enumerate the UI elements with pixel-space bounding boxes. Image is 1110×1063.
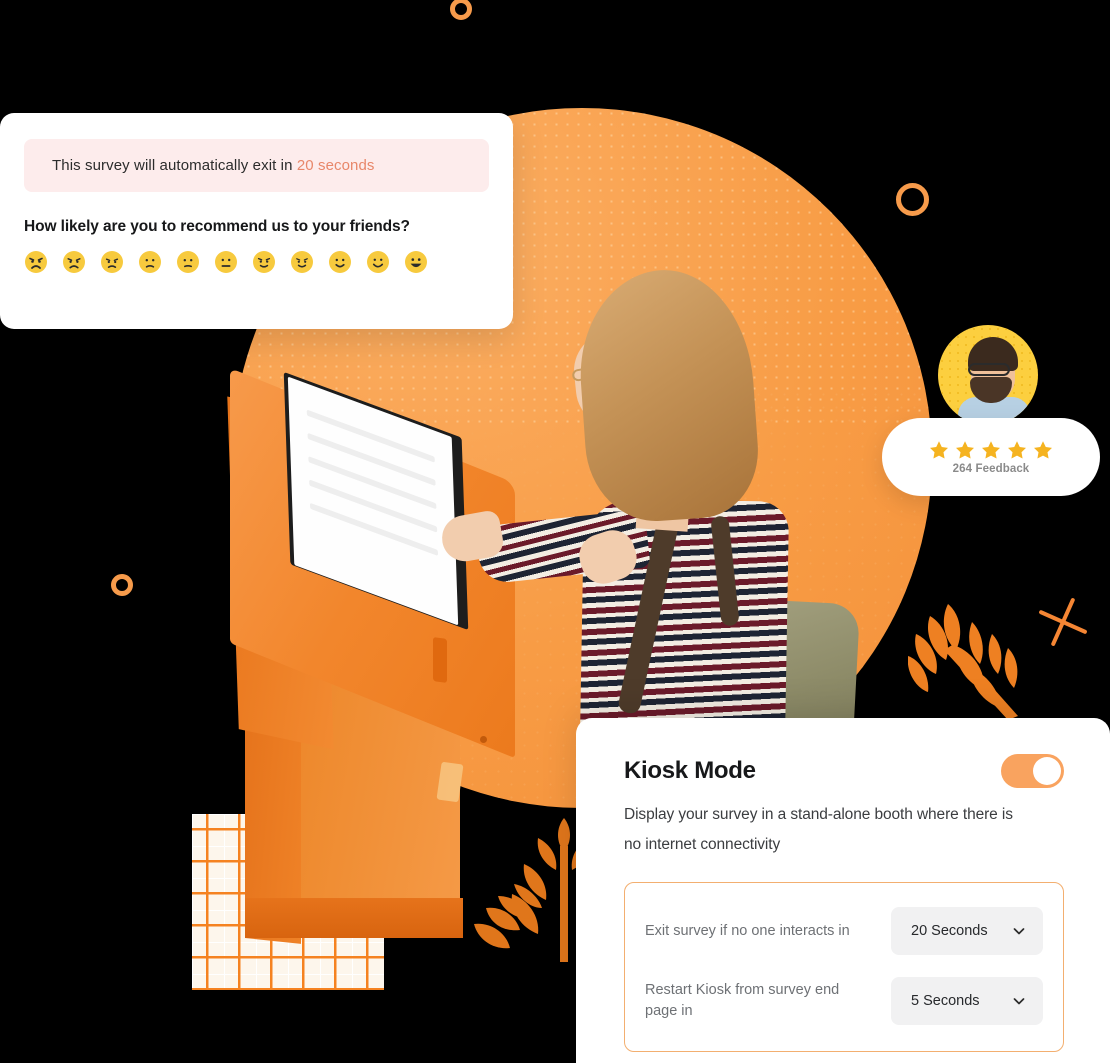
kiosk-mode-title: Kiosk Mode [624,757,756,784]
chevron-down-icon [1013,928,1025,935]
emoji-grin-11[interactable] [404,250,428,274]
person-hair [573,264,763,526]
restart-kiosk-delay-value: 5 Seconds [911,993,980,1009]
fern-leaf-icon-right [907,600,1028,720]
kiosk-machine-illustration [225,368,570,944]
ring-decoration-left [111,574,133,596]
ring-decoration-top [450,0,472,20]
kiosk-screen-line [307,432,436,487]
setting-row-restart-kiosk: Restart Kiosk from survey end page in 5 … [645,969,1043,1033]
avatar [938,325,1038,425]
chevron-down-icon [1013,998,1025,1005]
star-icon [930,441,948,459]
setting-row-exit-survey: Exit survey if no one interacts in 20 Se… [645,899,1043,963]
setting-label-restart-kiosk: Restart Kiosk from survey end page in [645,982,840,1019]
star-rating [928,439,1054,461]
kiosk-screen-line [308,456,437,510]
auto-exit-alert-text: This survey will automatically exit in [52,157,297,174]
emoji-angry-2[interactable] [62,250,86,274]
restart-kiosk-delay-select[interactable]: 5 Seconds [891,977,1043,1025]
hero-illustration-stage: This survey will automatically exit in 2… [0,0,1110,1063]
setting-label-exit-survey: Exit survey if no one interacts in [645,922,850,939]
emoji-smile-9[interactable] [328,250,352,274]
survey-preview-card: This survey will automatically exit in 2… [0,113,513,329]
emoji-neutral-6[interactable] [214,250,238,274]
emoji-smile-10[interactable] [366,250,390,274]
kiosk-screen-line [306,409,435,463]
kiosk-mode-toggle[interactable] [1001,754,1064,788]
kiosk-keyhole [480,736,487,743]
feedback-badge: 264 Feedback [882,418,1100,496]
star-icon [982,441,1000,459]
star-icon [1008,441,1026,459]
toggle-knob [1033,757,1061,785]
exit-survey-timeout-value: 20 Seconds [911,923,988,939]
person-using-kiosk [438,264,900,805]
kiosk-card-slot [433,637,447,683]
ring-decoration-right [896,183,929,216]
auto-exit-countdown: 20 seconds [296,157,375,174]
survey-question: How likely are you to recommend us to yo… [24,218,410,235]
kiosk-screen-line [309,479,438,533]
star-icon [956,441,974,459]
avatar-glasses-icon [968,363,1010,376]
feedback-count-label: 264 Feedback [952,463,1030,475]
cross-decoration [1036,595,1090,649]
kiosk-mode-settings-box: Exit survey if no one interacts in 20 Se… [624,882,1064,1052]
cross-stroke-2 [1050,597,1076,647]
emoji-slight-frown-4[interactable] [138,250,162,274]
emoji-slight-smile-7[interactable] [252,250,276,274]
kiosk-base-shadow [245,898,463,938]
emoji-frown-3[interactable] [100,250,124,274]
star-icon [1034,441,1052,459]
kiosk-mode-header: Kiosk Mode [624,754,1064,788]
kiosk-mode-description: Display your survey in a stand-alone boo… [624,806,1013,853]
exit-survey-timeout-select[interactable]: 20 Seconds [891,907,1043,955]
emoji-slight-smile-8[interactable] [290,250,314,274]
kiosk-screen-line [309,502,439,557]
emoji-angry-1[interactable] [24,250,48,274]
kiosk-mode-panel: Kiosk Mode Display your survey in a stan… [576,718,1110,1063]
emoji-rating-scale[interactable] [24,250,489,274]
auto-exit-alert: This survey will automatically exit in 2… [24,139,489,192]
emoji-slight-frown-5[interactable] [176,250,200,274]
